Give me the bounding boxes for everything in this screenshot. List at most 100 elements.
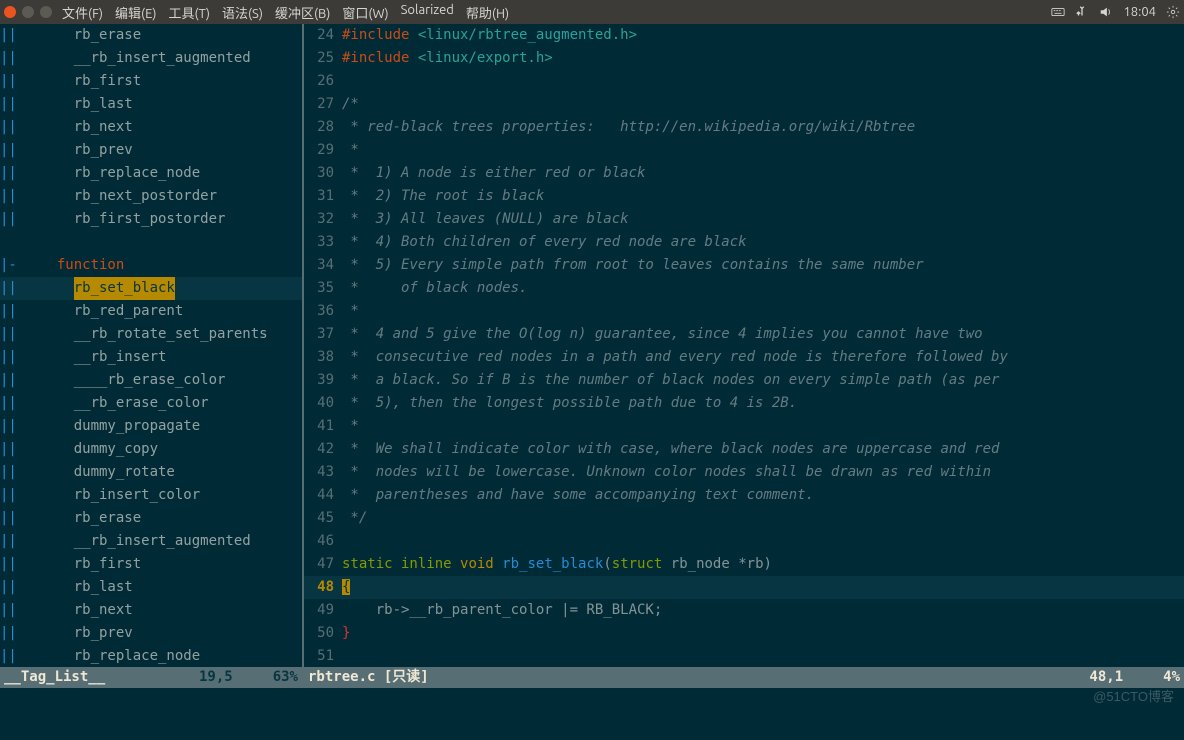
menu-item[interactable]: 窗口(W) xyxy=(342,3,388,22)
menu-item[interactable]: 帮助(H) xyxy=(466,3,509,22)
taglist-row[interactable]: || __rb_rotate_set_parents xyxy=(0,323,302,346)
code-line[interactable]: 51 xyxy=(304,645,1184,667)
window-controls xyxy=(4,6,52,18)
fold-indicator: || xyxy=(0,599,40,622)
code-line[interactable]: 38 * consecutive red nodes in a path and… xyxy=(304,346,1184,369)
code-line[interactable]: 34 * 5) Every simple path from root to l… xyxy=(304,254,1184,277)
taglist-row[interactable]: || dummy_rotate xyxy=(0,461,302,484)
code-line[interactable]: 24#include <linux/rbtree_augmented.h> xyxy=(304,24,1184,47)
editor-cursor-pos: 48,1 xyxy=(1089,667,1123,688)
taglist-row[interactable]: || rb_next xyxy=(0,116,302,139)
code-line[interactable]: 36 * xyxy=(304,300,1184,323)
taglist-row[interactable]: || __rb_erase_color xyxy=(0,392,302,415)
tag-name: ____rb_erase_color xyxy=(40,369,225,392)
taglist-row[interactable]: || rb_prev xyxy=(0,139,302,162)
code-text: * xyxy=(342,300,1184,323)
taglist-row[interactable]: || rb_next_postorder xyxy=(0,185,302,208)
line-number: 37 xyxy=(304,323,342,346)
taglist-row[interactable]: || __rb_insert xyxy=(0,346,302,369)
line-number: 32 xyxy=(304,208,342,231)
code-pane[interactable]: 24#include <linux/rbtree_augmented.h>25#… xyxy=(304,24,1184,667)
system-tray: 18:04 xyxy=(1051,5,1180,19)
code-line[interactable]: 49 rb->__rb_parent_color |= RB_BLACK; xyxy=(304,599,1184,622)
code-line[interactable]: 27/* xyxy=(304,93,1184,116)
taglist-row[interactable]: || ____rb_erase_color xyxy=(0,369,302,392)
code-line[interactable]: 43 * nodes will be lowercase. Unknown co… xyxy=(304,461,1184,484)
taglist-body[interactable]: || rb_erase|| __rb_insert_augmented|| rb… xyxy=(0,24,302,667)
taglist-row[interactable]: || __rb_insert_augmented xyxy=(0,47,302,70)
code-line[interactable]: 35 * of black nodes. xyxy=(304,277,1184,300)
taglist-row[interactable]: || rb_replace_node xyxy=(0,645,302,667)
speaker-icon[interactable] xyxy=(1099,5,1113,19)
code-line[interactable]: 48{ xyxy=(304,576,1184,599)
taglist-row[interactable]: || rb_set_black xyxy=(0,277,302,300)
editor-body[interactable]: 24#include <linux/rbtree_augmented.h>25#… xyxy=(304,24,1184,667)
code-line[interactable]: 39 * a black. So if B is the number of b… xyxy=(304,369,1184,392)
keyboard-icon[interactable] xyxy=(1051,5,1065,19)
code-line[interactable]: 26 xyxy=(304,70,1184,93)
code-line[interactable]: 30 * 1) A node is either red or black xyxy=(304,162,1184,185)
taglist-row[interactable]: || rb_first xyxy=(0,70,302,93)
taglist-row[interactable]: || rb_last xyxy=(0,576,302,599)
taglist-row[interactable]: || dummy_propagate xyxy=(0,415,302,438)
command-area[interactable] xyxy=(0,688,1184,740)
code-line[interactable]: 50} xyxy=(304,622,1184,645)
code-text: * xyxy=(342,139,1184,162)
code-text: * 4 and 5 give the O(log n) guarantee, s… xyxy=(342,323,1184,346)
taglist-row[interactable]: || rb_next xyxy=(0,599,302,622)
code-line[interactable]: 31 * 2) The root is black xyxy=(304,185,1184,208)
code-text: * 3) All leaves (NULL) are black xyxy=(342,208,1184,231)
code-line[interactable]: 25#include <linux/export.h> xyxy=(304,47,1184,70)
line-number: 35 xyxy=(304,277,342,300)
taglist-row[interactable]: || rb_prev xyxy=(0,622,302,645)
editor-main: || rb_erase|| __rb_insert_augmented|| rb… xyxy=(0,24,1184,667)
taglist-row[interactable] xyxy=(0,231,302,254)
minimize-icon[interactable] xyxy=(22,6,34,18)
tag-name: rb_next xyxy=(40,599,133,622)
taglist-row[interactable]: || rb_red_parent xyxy=(0,300,302,323)
menu-item[interactable]: 编辑(E) xyxy=(115,3,156,22)
tag-name: dummy_copy xyxy=(40,438,158,461)
menu-item[interactable]: Solarized xyxy=(401,3,454,22)
tag-name: rb_next_postorder xyxy=(40,185,217,208)
code-line[interactable]: 40 * 5), then the longest possible path … xyxy=(304,392,1184,415)
code-text: } xyxy=(342,622,1184,645)
taglist-row[interactable]: || rb_last xyxy=(0,93,302,116)
code-line[interactable]: 33 * 4) Both children of every red node … xyxy=(304,231,1184,254)
code-line[interactable]: 46 xyxy=(304,530,1184,553)
taglist-pane[interactable]: || rb_erase|| __rb_insert_augmented|| rb… xyxy=(0,24,302,667)
fold-indicator: || xyxy=(0,116,40,139)
code-line[interactable]: 32 * 3) All leaves (NULL) are black xyxy=(304,208,1184,231)
fold-indicator: || xyxy=(0,162,40,185)
code-line[interactable]: 29 * xyxy=(304,139,1184,162)
taglist-row[interactable]: |- function xyxy=(0,254,302,277)
menu-item[interactable]: 缓冲区(B) xyxy=(275,3,330,22)
network-icon[interactable] xyxy=(1075,5,1089,19)
code-line[interactable]: 42 * We shall indicate color with case, … xyxy=(304,438,1184,461)
menu-item[interactable]: 工具(T) xyxy=(169,3,210,22)
menu-item[interactable]: 文件(F) xyxy=(62,3,103,22)
line-number: 47 xyxy=(304,553,342,576)
taglist-row[interactable]: || dummy_copy xyxy=(0,438,302,461)
close-icon[interactable] xyxy=(4,6,16,18)
menu-item[interactable]: 语法(S) xyxy=(222,3,263,22)
maximize-icon[interactable] xyxy=(40,6,52,18)
taglist-row[interactable]: || rb_replace_node xyxy=(0,162,302,185)
code-line[interactable]: 37 * 4 and 5 give the O(log n) guarantee… xyxy=(304,323,1184,346)
code-line[interactable]: 45 */ xyxy=(304,507,1184,530)
taglist-row[interactable]: || rb_insert_color xyxy=(0,484,302,507)
taglist-row[interactable]: || __rb_insert_augmented xyxy=(0,530,302,553)
line-number: 30 xyxy=(304,162,342,185)
taglist-row[interactable]: || rb_first_postorder xyxy=(0,208,302,231)
code-line[interactable]: 41 * xyxy=(304,415,1184,438)
gear-icon[interactable] xyxy=(1166,5,1180,19)
code-line[interactable]: 28 * red-black trees properties: http://… xyxy=(304,116,1184,139)
fold-indicator: || xyxy=(0,323,40,346)
taglist-row[interactable]: || rb_first xyxy=(0,553,302,576)
code-line[interactable]: 44 * parentheses and have some accompany… xyxy=(304,484,1184,507)
code-line[interactable]: 47static inline void rb_set_black(struct… xyxy=(304,553,1184,576)
taglist-row[interactable]: || rb_erase xyxy=(0,24,302,47)
taglist-row[interactable]: || rb_erase xyxy=(0,507,302,530)
clock[interactable]: 18:04 xyxy=(1123,5,1156,19)
fold-indicator: || xyxy=(0,530,40,553)
